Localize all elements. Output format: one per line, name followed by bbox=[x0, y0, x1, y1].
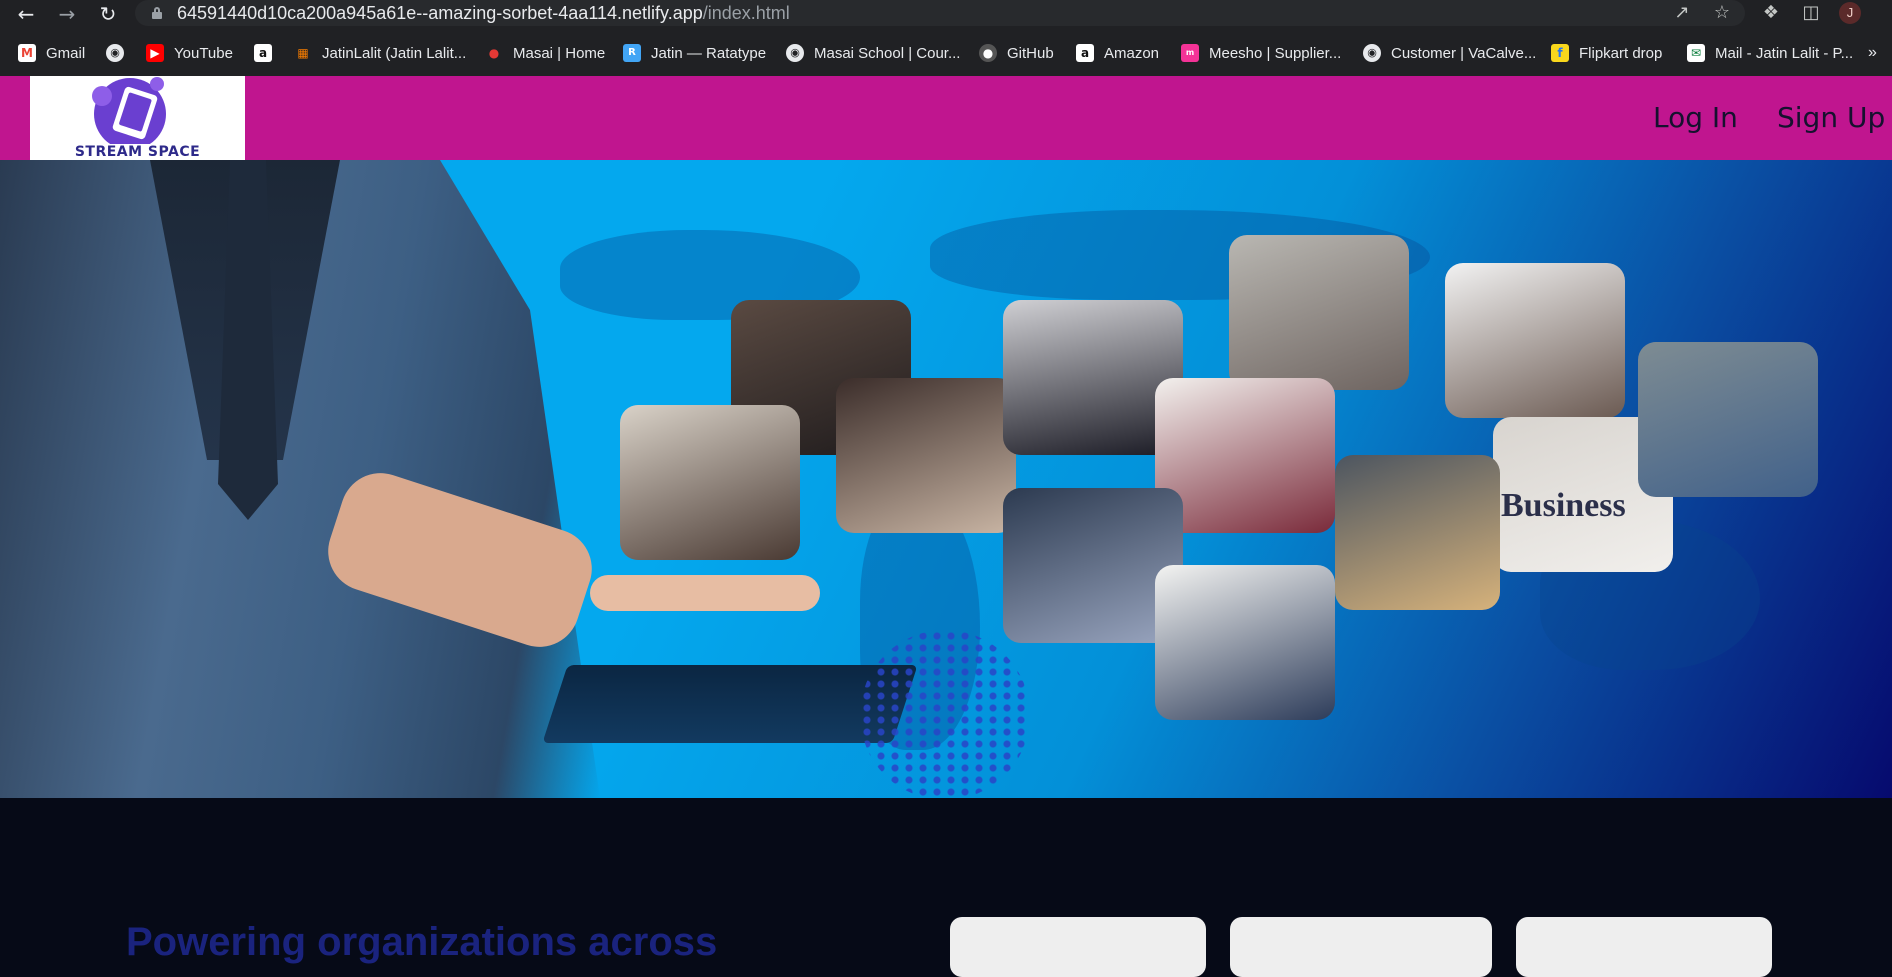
bookmark-amazon-small[interactable]: a bbox=[254, 42, 282, 64]
stream-space-logo-icon bbox=[92, 77, 166, 150]
bookmark-github[interactable]: ● GitHub bbox=[979, 42, 1054, 64]
photo-tile-meeting bbox=[620, 405, 800, 560]
feature-card-3[interactable] bbox=[1516, 917, 1772, 977]
photo-tile-tablet-chart bbox=[1155, 565, 1335, 720]
login-link[interactable]: Log In bbox=[1653, 101, 1738, 134]
side-panel-icon[interactable]: ◫ bbox=[1800, 2, 1822, 24]
dot-pattern bbox=[860, 630, 1030, 798]
holding-hand bbox=[590, 575, 820, 611]
mail-icon: ✉ bbox=[1687, 44, 1705, 62]
globe-icon: ◉ bbox=[786, 44, 804, 62]
hero-banner: Business bbox=[0, 160, 1892, 798]
profile-avatar[interactable]: J bbox=[1839, 2, 1861, 24]
globe-icon: ◉ bbox=[1363, 44, 1381, 62]
bookmark-masai-school[interactable]: ◉ Masai School | Cour... bbox=[786, 42, 960, 64]
amazon-icon: a bbox=[1076, 44, 1094, 62]
star-icon[interactable]: ☆ bbox=[1711, 2, 1733, 24]
bookmarks-overflow-icon[interactable]: » bbox=[1868, 42, 1877, 64]
flipkart-icon: f bbox=[1551, 44, 1569, 62]
bookmark-mail[interactable]: ✉ Mail - Jatin Lalit - P... bbox=[1687, 42, 1853, 64]
extensions-icon[interactable]: ❖ bbox=[1760, 2, 1782, 24]
feature-card-2[interactable] bbox=[1230, 917, 1492, 977]
bookmark-globe[interactable]: ◉ bbox=[106, 42, 134, 64]
masai-icon: ● bbox=[485, 44, 503, 62]
logo-text: STREAM SPACE bbox=[74, 144, 201, 160]
globe-icon: ◉ bbox=[106, 44, 124, 62]
url-text[interactable]: 64591440d10ca200a945a61e--amazing-sorbet… bbox=[177, 3, 790, 24]
photo-tile-blonde-woman bbox=[1335, 455, 1500, 610]
bookmark-amazon[interactable]: a Amazon bbox=[1076, 42, 1159, 64]
bookmark-meesho[interactable]: m Meesho | Supplier... bbox=[1181, 42, 1341, 64]
bookmark-jatinlalit[interactable]: ▦ JatinLalit (Jatin Lalit... bbox=[294, 42, 466, 64]
github-icon: ● bbox=[979, 44, 997, 62]
site-header bbox=[0, 76, 1892, 160]
feature-card-1[interactable] bbox=[950, 917, 1206, 977]
photo-tile-man-notes bbox=[1638, 342, 1818, 497]
ratatype-icon: R bbox=[623, 44, 641, 62]
logo[interactable]: STREAM SPACE bbox=[30, 76, 245, 162]
browser-toolbar: ← → ↻ 64591440d10ca200a945a61e--amazing-… bbox=[0, 0, 1892, 28]
forward-icon[interactable]: → bbox=[55, 2, 79, 26]
back-icon[interactable]: ← bbox=[14, 2, 38, 26]
gmail-icon: M bbox=[18, 44, 36, 62]
bookmarks-bar: M Gmail ◉ ▶ YouTube a ▦ JatinLalit (Jatin L… bbox=[0, 28, 1892, 76]
lock-icon[interactable] bbox=[152, 7, 162, 19]
bookmark-ratatype[interactable]: R Jatin — Ratatype bbox=[623, 42, 766, 64]
bookmark-masai-home[interactable]: ● Masai | Home bbox=[485, 42, 605, 64]
amazon-icon: a bbox=[254, 44, 272, 62]
photo-tile-laptop bbox=[836, 378, 1016, 533]
signup-link[interactable]: Sign Up bbox=[1777, 101, 1885, 134]
meesho-icon: m bbox=[1181, 44, 1199, 62]
reload-icon[interactable]: ↻ bbox=[96, 2, 120, 26]
photo-tile-man-whiteboard bbox=[1445, 263, 1625, 418]
youtube-icon: ▶ bbox=[146, 44, 164, 62]
bookmark-youtube[interactable]: ▶ YouTube bbox=[146, 42, 233, 64]
photo-tile-office-pair bbox=[1229, 235, 1409, 390]
bookmark-customer[interactable]: ◉ Customer | VaCalve... bbox=[1363, 42, 1536, 64]
profile-icon: ▦ bbox=[294, 44, 312, 62]
share-icon[interactable]: ↗ bbox=[1671, 2, 1693, 24]
bookmark-flipkart[interactable]: f Flipkart drop bbox=[1551, 42, 1662, 64]
newspaper-text: Business bbox=[1501, 487, 1626, 524]
bookmark-gmail[interactable]: M Gmail bbox=[18, 42, 85, 64]
section-title: Powering organizations across bbox=[126, 920, 718, 964]
